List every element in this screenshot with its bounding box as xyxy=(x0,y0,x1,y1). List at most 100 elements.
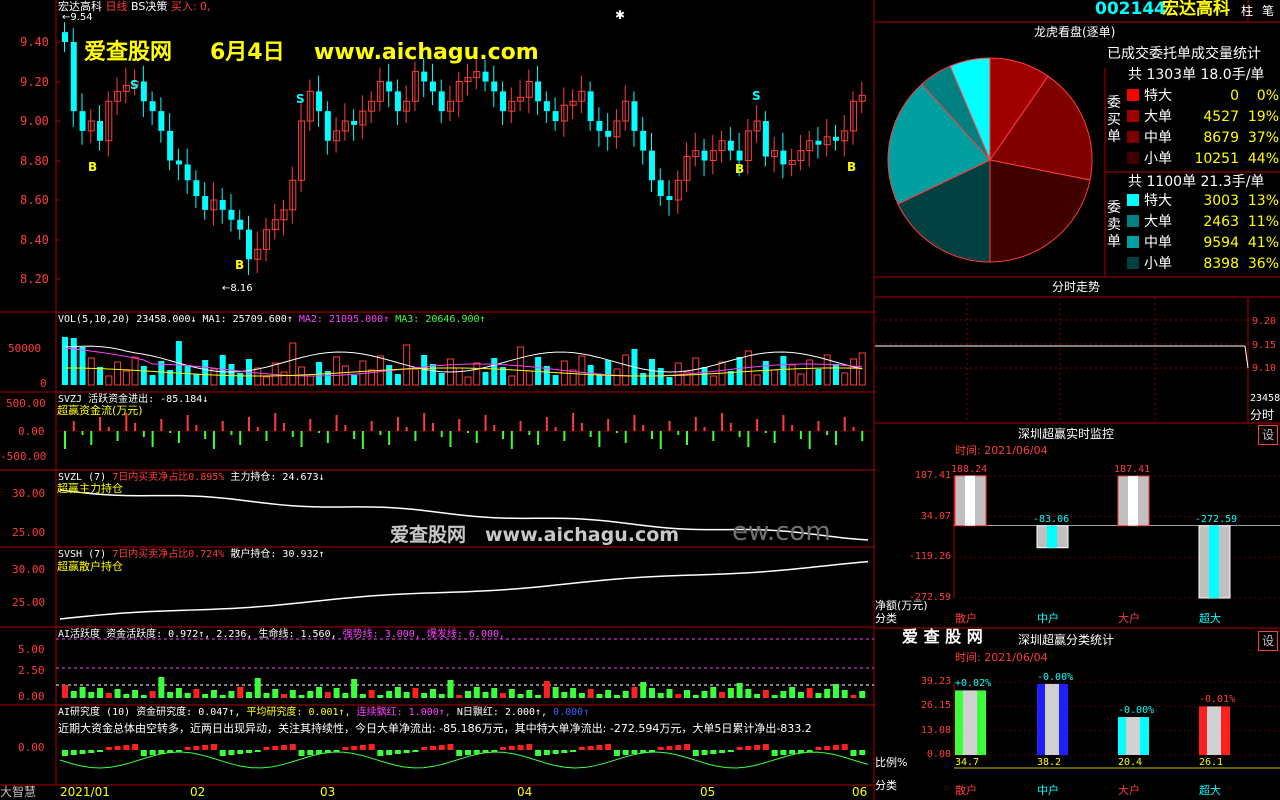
svzj-bar xyxy=(379,431,382,435)
ai-research-v2: 平均研究度: 0.001↑, xyxy=(246,707,351,718)
ai-active-bar xyxy=(333,688,340,698)
class-unit: 比例% xyxy=(875,756,908,769)
buy-signal: B xyxy=(735,162,745,176)
candle-body xyxy=(193,180,200,197)
line-type[interactable]: 日线 xyxy=(106,0,128,13)
ai-research-bar xyxy=(832,745,839,750)
watermark-site: 爱查股网 xyxy=(84,40,173,65)
monitor-title: 深圳超赢实时监控 xyxy=(1018,427,1115,441)
svzj-axis-top: 500.00 xyxy=(6,397,46,410)
class-value-label: 34.7 xyxy=(955,757,980,768)
svzj-bar xyxy=(764,431,767,433)
ai-research-bar xyxy=(622,750,629,755)
intraday-price-2: 9.15 xyxy=(1252,340,1277,351)
ai-research-bar xyxy=(114,746,121,750)
ai-active-bar xyxy=(815,693,822,698)
volume-bar xyxy=(605,360,612,385)
dragon-stat-title: 已成交委托单成交量统计 xyxy=(1107,46,1261,62)
class-value-label: 26.1 xyxy=(1199,757,1224,768)
volume-bar xyxy=(657,368,664,385)
ai-active-bar xyxy=(79,687,86,698)
ai-research-bar xyxy=(70,750,77,755)
count-row: 特大 3003 13% xyxy=(1127,191,1279,212)
monitor-bar-shine xyxy=(965,475,975,526)
date-tick: 02 xyxy=(190,785,206,799)
row-name: 大单 xyxy=(1144,214,1172,230)
ai-active-bar xyxy=(412,688,419,698)
row-count: 10251 xyxy=(1194,151,1239,167)
ai-research-bar xyxy=(815,747,822,750)
candle-body xyxy=(237,219,244,230)
ai-active-bar xyxy=(245,692,252,698)
ai-active-bar xyxy=(167,692,174,698)
dragon-pie-chart xyxy=(887,57,1093,263)
sell-total: 共 1100单 21.3手/单 xyxy=(1128,174,1265,190)
svzj-bar xyxy=(177,431,180,443)
row-pct: 36% xyxy=(1247,256,1279,272)
ai-active-bar xyxy=(832,684,839,698)
svzj-bar xyxy=(633,415,636,431)
count-row: 大单 4527 19% xyxy=(1127,107,1279,128)
intraday-time: 分时 xyxy=(1250,408,1275,422)
ai-research-bar xyxy=(149,750,156,755)
ai-research-bar xyxy=(438,745,445,750)
ai-research-bar xyxy=(88,750,95,753)
dragon-title: 龙虎看盘(逐单) xyxy=(1034,25,1116,39)
svzj-bar xyxy=(475,431,478,443)
software-brand[interactable]: 大智慧 xyxy=(0,785,36,799)
class-category: 超大 xyxy=(1199,784,1221,797)
low-price-label: 8.16 xyxy=(230,283,253,294)
svzj-bar xyxy=(493,425,496,431)
ai-research-bar xyxy=(824,746,831,750)
candle-body xyxy=(815,140,822,145)
ai-research-bar xyxy=(701,750,708,755)
volume-bar xyxy=(736,357,743,385)
volume-bar xyxy=(815,369,822,385)
svzj-bar xyxy=(431,423,434,431)
ai-brand: 爱 查 股 网 xyxy=(902,627,983,646)
ai-active-bar xyxy=(219,695,226,698)
svzj-bar xyxy=(642,425,645,431)
mode-tick-btn[interactable]: 笔 xyxy=(1262,4,1274,18)
intraday-price-1: 9.20 xyxy=(1252,316,1277,327)
ai-research-bar xyxy=(596,745,603,750)
ai-research-bar xyxy=(613,750,620,756)
ai-research-bar xyxy=(394,750,401,754)
strategy-name[interactable]: BS决策 xyxy=(131,0,167,13)
svzl-axis-bottom: 25.00 xyxy=(12,526,46,539)
monitor-cat-label: 分类 xyxy=(875,612,897,625)
class-bar xyxy=(955,690,986,755)
ai-research-bar xyxy=(859,750,866,755)
ai-research-bar xyxy=(307,750,314,755)
ai-research-bar xyxy=(97,750,104,752)
ai-active-bar xyxy=(797,692,804,698)
svzj-bar xyxy=(686,431,689,445)
ai-active-bar xyxy=(105,693,112,698)
monitor-settings-button[interactable]: 设 xyxy=(1258,425,1278,445)
class-settings-button[interactable]: 设 xyxy=(1258,631,1278,651)
ai-active-bar xyxy=(237,687,244,698)
intraday-price-3: 9.10 xyxy=(1252,363,1277,374)
ai-research-bar xyxy=(675,745,682,750)
class-time: 时间: 2021/06/04 xyxy=(955,651,1048,664)
mode-bar-btn[interactable]: 柱 xyxy=(1241,4,1253,18)
price-tick: 9.00 xyxy=(20,114,49,128)
ai-research-v1: 资金研究度: 0.047↑, xyxy=(136,707,241,718)
candle-body xyxy=(184,164,191,181)
class-bar-shine xyxy=(963,690,977,755)
svzj-bar xyxy=(326,431,329,443)
monitor-bar xyxy=(1117,475,1150,527)
ai-active-bar xyxy=(421,693,428,698)
row-pct: 11% xyxy=(1247,214,1279,230)
count-row: 小单 10251 44% xyxy=(1127,149,1279,170)
ai-active-bar xyxy=(613,695,620,698)
class-value-label: 20.4 xyxy=(1118,757,1143,768)
ai-research-bar xyxy=(237,750,244,754)
svzj-bar xyxy=(116,431,119,441)
svzj-bar xyxy=(291,431,294,437)
ai-active-v2: 2.236, xyxy=(216,629,253,640)
class-axis-tick: 13.08 xyxy=(920,724,951,736)
ai-active-bar xyxy=(841,690,848,698)
candle-body xyxy=(167,130,174,161)
price-tick: 8.80 xyxy=(20,154,49,168)
